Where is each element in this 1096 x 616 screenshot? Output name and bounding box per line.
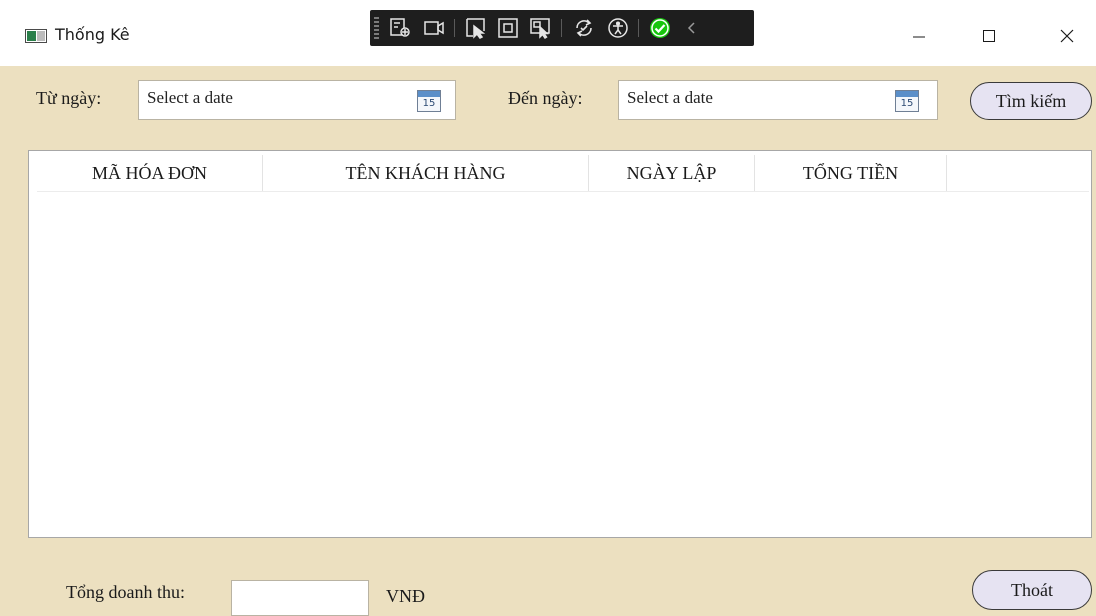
to-date-input[interactable]: Select a date	[627, 88, 713, 108]
live-visual-tree-icon[interactable]	[388, 16, 412, 40]
minimize-icon	[913, 36, 925, 38]
app-icon	[25, 29, 47, 43]
exit-button[interactable]: Thoát	[972, 570, 1092, 610]
maximize-icon	[983, 30, 995, 42]
to-date-picker[interactable]: Select a date 15	[618, 80, 938, 120]
to-date-label: Đến ngày:	[508, 88, 583, 108]
search-button[interactable]: Tìm kiếm	[970, 82, 1092, 120]
invoice-table[interactable]: MÃ HÓA ĐƠN TÊN KHÁCH HÀNG NGÀY LẬP TỔNG …	[28, 150, 1092, 538]
toolbar-separator	[638, 19, 639, 37]
calendar-icon[interactable]: 15	[895, 90, 919, 112]
hot-reload-icon[interactable]	[572, 16, 596, 40]
column-header-customer-name[interactable]: TÊN KHÁCH HÀNG	[263, 155, 589, 191]
drag-grip-icon[interactable]	[374, 17, 379, 39]
maximize-button[interactable]	[966, 12, 1012, 60]
select-element-icon[interactable]	[464, 16, 488, 40]
track-focus-icon[interactable]	[528, 16, 552, 40]
toolbar-separator	[454, 19, 455, 37]
window-title: Thống Kê	[55, 25, 130, 44]
from-date-label: Từ ngày:	[36, 88, 102, 108]
close-icon	[1060, 29, 1074, 43]
close-button[interactable]	[1044, 12, 1090, 60]
from-date-picker[interactable]: Select a date 15	[138, 80, 456, 120]
binding-ok-icon[interactable]	[648, 16, 672, 40]
column-header-total[interactable]: TỔNG TIỀN	[755, 155, 947, 191]
total-revenue-field[interactable]	[231, 580, 369, 616]
column-header-invoice-id[interactable]: MÃ HÓA ĐƠN	[37, 155, 263, 191]
accessibility-checker-icon[interactable]	[606, 16, 630, 40]
total-revenue-label: Tổng doanh thu:	[66, 582, 185, 602]
record-icon[interactable]	[422, 16, 446, 40]
title-bar: Thống Kê	[0, 0, 1096, 66]
wpf-debug-toolbar	[370, 10, 754, 46]
minimize-button[interactable]	[896, 12, 942, 60]
display-layout-adorners-icon[interactable]	[496, 16, 520, 40]
column-header-filler	[947, 155, 1089, 191]
collapse-icon[interactable]	[680, 16, 704, 40]
calendar-icon[interactable]: 15	[417, 90, 441, 112]
column-header-created-date[interactable]: NGÀY LẬP	[589, 155, 755, 191]
currency-label: VNĐ	[386, 586, 425, 606]
toolbar-separator	[561, 19, 562, 37]
from-date-input[interactable]: Select a date	[147, 88, 233, 108]
table-header: MÃ HÓA ĐƠN TÊN KHÁCH HÀNG NGÀY LẬP TỔNG …	[37, 155, 1089, 192]
